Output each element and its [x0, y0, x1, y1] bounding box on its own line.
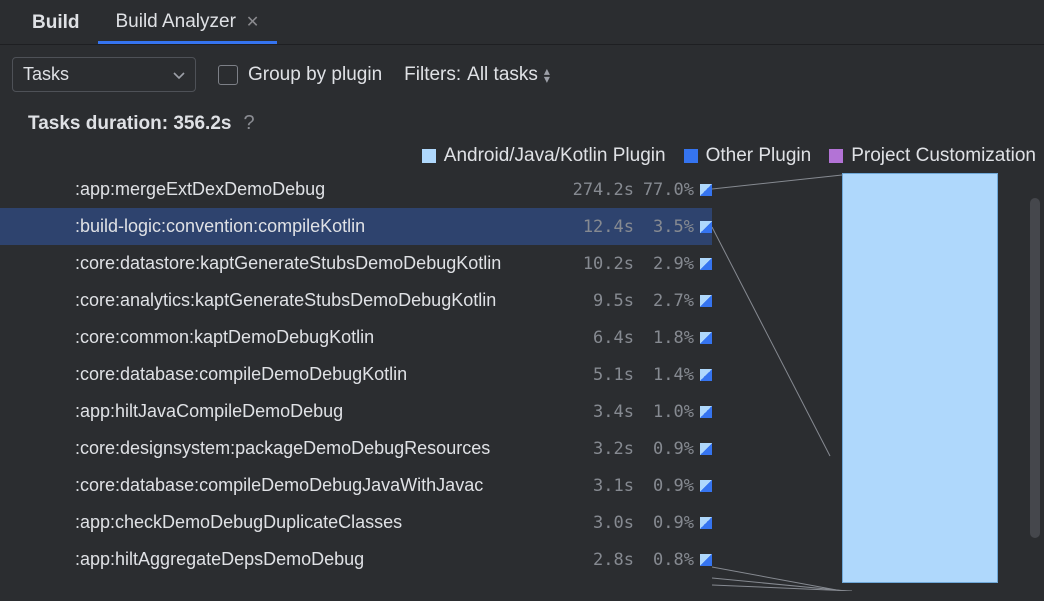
- chart-bar-main: [842, 173, 998, 583]
- legend: Android/Java/Kotlin Plugin Other Plugin …: [0, 145, 1044, 171]
- tab-build-analyzer[interactable]: Build Analyzer ✕: [98, 1, 278, 44]
- group-by-plugin-checkbox[interactable]: Group by plugin: [218, 64, 382, 86]
- task-name: :app:hiltJavaCompileDemoDebug: [75, 401, 566, 422]
- filters-label: Filters:: [404, 64, 461, 86]
- task-percent: 1.0%: [634, 402, 696, 422]
- task-category-swatch: [700, 295, 712, 307]
- task-percent: 2.7%: [634, 291, 696, 311]
- tab-build[interactable]: Build: [14, 2, 98, 42]
- filters-value: All tasks: [467, 64, 538, 86]
- legend-label-other: Other Plugin: [706, 145, 812, 167]
- sort-icon: ▴▾: [544, 67, 550, 83]
- task-percent: 1.4%: [634, 365, 696, 385]
- task-name: :core:analytics:kaptGenerateStubsDemoDeb…: [75, 290, 566, 311]
- chevron-down-icon: [173, 64, 185, 85]
- content: :app:mergeExtDexDemoDebug274.2s77.0%:bui…: [0, 171, 1044, 578]
- task-row[interactable]: :build-logic:convention:compileKotlin12.…: [0, 208, 712, 245]
- chart-area: [712, 171, 1026, 578]
- task-duration: 9.5s: [566, 291, 634, 311]
- task-duration: 274.2s: [566, 180, 634, 200]
- close-icon[interactable]: ✕: [246, 12, 259, 32]
- task-row[interactable]: :core:designsystem:packageDemoDebugResou…: [0, 430, 712, 467]
- task-row[interactable]: :core:database:compileDemoDebugJavaWithJ…: [0, 467, 712, 504]
- view-dropdown[interactable]: Tasks: [12, 57, 196, 92]
- tab-build-analyzer-label: Build Analyzer: [116, 11, 236, 33]
- tasks-duration: Tasks duration: 356.2s ?: [0, 98, 1044, 145]
- task-percent: 0.9%: [634, 513, 696, 533]
- task-duration: 6.4s: [566, 328, 634, 348]
- help-icon[interactable]: ?: [243, 112, 254, 135]
- task-percent: 0.8%: [634, 550, 696, 570]
- task-category-swatch: [700, 258, 712, 270]
- checkbox-box: [218, 65, 238, 85]
- task-name: :app:mergeExtDexDemoDebug: [75, 179, 566, 200]
- task-name: :app:checkDemoDebugDuplicateClasses: [75, 512, 566, 533]
- task-row[interactable]: :core:analytics:kaptGenerateStubsDemoDeb…: [0, 282, 712, 319]
- task-row[interactable]: :core:datastore:kaptGenerateStubsDemoDeb…: [0, 245, 712, 282]
- task-category-swatch: [700, 517, 712, 529]
- swatch-android: [422, 149, 436, 163]
- task-duration: 12.4s: [566, 217, 634, 237]
- task-percent: 0.9%: [634, 476, 696, 496]
- task-row[interactable]: :app:checkDemoDebugDuplicateClasses3.0s0…: [0, 504, 712, 541]
- task-category-swatch: [700, 184, 712, 196]
- task-duration: 3.0s: [566, 513, 634, 533]
- task-percent: 77.0%: [634, 180, 696, 200]
- task-list: :app:mergeExtDexDemoDebug274.2s77.0%:bui…: [0, 171, 712, 578]
- group-by-plugin-label: Group by plugin: [248, 64, 382, 86]
- legend-item-android: Android/Java/Kotlin Plugin: [422, 145, 666, 167]
- task-percent: 0.9%: [634, 439, 696, 459]
- legend-item-other: Other Plugin: [684, 145, 812, 167]
- task-percent: 2.9%: [634, 254, 696, 274]
- tab-bar: Build Build Analyzer ✕: [0, 0, 1044, 45]
- task-row[interactable]: :app:mergeExtDexDemoDebug274.2s77.0%: [0, 171, 712, 208]
- task-percent: 3.5%: [634, 217, 696, 237]
- task-duration: 3.1s: [566, 476, 634, 496]
- task-name: :build-logic:convention:compileKotlin: [75, 216, 566, 237]
- legend-label-android: Android/Java/Kotlin Plugin: [444, 145, 666, 167]
- task-duration: 2.8s: [566, 550, 634, 570]
- task-category-swatch: [700, 480, 712, 492]
- task-name: :core:datastore:kaptGenerateStubsDemoDeb…: [75, 253, 566, 274]
- toolbar: Tasks Group by plugin Filters: All tasks…: [0, 45, 1044, 98]
- task-duration: 5.1s: [566, 365, 634, 385]
- task-name: :core:designsystem:packageDemoDebugResou…: [75, 438, 566, 459]
- task-category-swatch: [700, 443, 712, 455]
- tasks-duration-label: Tasks duration: 356.2s: [28, 113, 231, 135]
- legend-item-project: Project Customization: [829, 145, 1036, 167]
- view-dropdown-value: Tasks: [23, 64, 69, 85]
- swatch-other: [684, 149, 698, 163]
- task-category-swatch: [700, 554, 712, 566]
- task-name: :core:database:compileDemoDebugJavaWithJ…: [75, 475, 566, 496]
- task-percent: 1.8%: [634, 328, 696, 348]
- task-category-swatch: [700, 332, 712, 344]
- task-category-swatch: [700, 221, 712, 233]
- tab-build-label: Build: [32, 12, 80, 34]
- task-duration: 10.2s: [566, 254, 634, 274]
- task-duration: 3.4s: [566, 402, 634, 422]
- task-category-swatch: [700, 369, 712, 381]
- legend-label-project: Project Customization: [851, 145, 1036, 167]
- filters-dropdown[interactable]: Filters: All tasks ▴▾: [404, 64, 550, 86]
- task-row[interactable]: :core:database:compileDemoDebugKotlin5.1…: [0, 356, 712, 393]
- task-row[interactable]: :app:hiltJavaCompileDemoDebug3.4s1.0%: [0, 393, 712, 430]
- task-name: :app:hiltAggregateDepsDemoDebug: [75, 549, 566, 570]
- task-category-swatch: [700, 406, 712, 418]
- task-row[interactable]: :app:hiltAggregateDepsDemoDebug2.8s0.8%: [0, 541, 712, 578]
- swatch-project: [829, 149, 843, 163]
- scrollbar[interactable]: [1030, 198, 1040, 538]
- task-name: :core:database:compileDemoDebugKotlin: [75, 364, 566, 385]
- task-name: :core:common:kaptDemoDebugKotlin: [75, 327, 566, 348]
- task-duration: 3.2s: [566, 439, 634, 459]
- task-row[interactable]: :core:common:kaptDemoDebugKotlin6.4s1.8%: [0, 319, 712, 356]
